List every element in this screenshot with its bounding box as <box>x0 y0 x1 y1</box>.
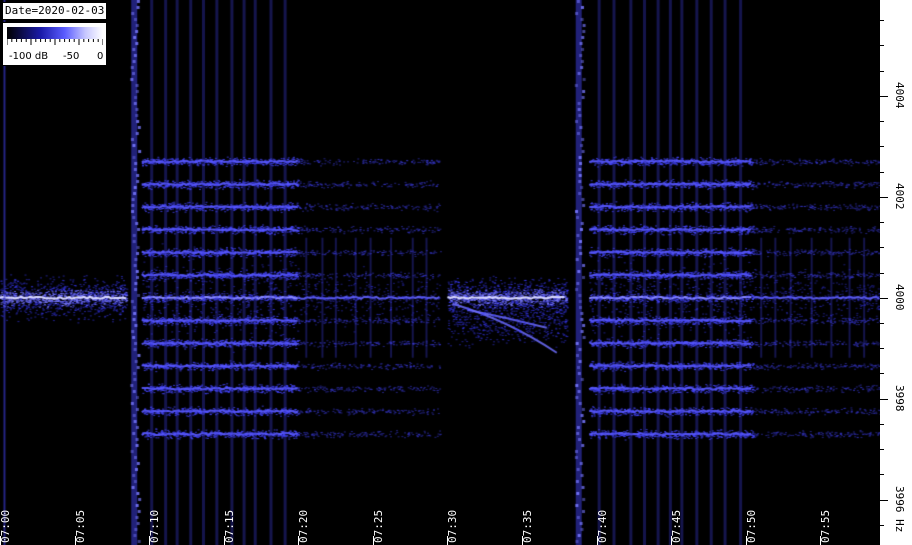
x-tick <box>671 536 673 545</box>
x-tick <box>745 536 747 545</box>
y-minor-tick <box>880 222 884 224</box>
y-minor-tick <box>880 171 884 173</box>
x-tick <box>596 536 598 545</box>
x-tick <box>0 536 1 545</box>
y-tick-label: 4004 <box>893 81 906 109</box>
y-minor-tick <box>880 95 884 97</box>
y-minor-tick <box>880 322 884 324</box>
y-tick-label: 3998 <box>893 384 906 412</box>
y-minor-tick <box>880 398 884 400</box>
colorbar-gradient <box>7 27 103 39</box>
x-tick <box>820 536 822 545</box>
y-minor-tick <box>880 449 884 451</box>
y-tick-label: 4000 <box>893 283 906 311</box>
y-minor-tick <box>880 524 884 526</box>
x-tick <box>447 536 449 545</box>
y-minor-tick <box>880 146 884 148</box>
colorbar-label-max: 0 <box>97 51 104 62</box>
date-label: Date=2020-02-03 <box>2 2 107 20</box>
x-tick <box>372 536 374 545</box>
y-minor-tick <box>880 70 884 72</box>
colorbar-label-min: -100 dB <box>9 51 49 62</box>
x-tick <box>223 536 225 545</box>
y-minor-tick <box>880 121 884 123</box>
x-tick <box>522 536 524 545</box>
y-tick-label: 3996 Hz <box>893 485 906 532</box>
y-minor-tick <box>880 373 884 375</box>
colorbar: -100 dB -50 0 <box>2 22 107 66</box>
x-tick <box>298 536 300 545</box>
y-tick-label: 4002 <box>893 182 906 210</box>
y-minor-tick <box>880 474 884 476</box>
y-minor-tick <box>880 45 884 47</box>
x-tick <box>149 536 151 545</box>
y-minor-tick <box>880 196 884 198</box>
spectrogram-canvas <box>0 0 880 545</box>
colorbar-label-mid: -50 <box>63 51 80 62</box>
y-minor-tick <box>880 20 884 22</box>
y-minor-tick <box>880 423 884 425</box>
y-minor-tick <box>880 272 884 274</box>
x-tick <box>74 536 76 545</box>
y-minor-tick <box>880 499 884 501</box>
y-minor-tick <box>880 297 884 299</box>
x-tick-label: 07:00 <box>0 509 12 543</box>
frequency-axis: 4004 4002 4000 3998 3996 Hz <box>880 0 912 545</box>
colorbar-ticks <box>7 39 103 45</box>
y-minor-tick <box>880 348 884 350</box>
y-minor-tick <box>880 247 884 249</box>
